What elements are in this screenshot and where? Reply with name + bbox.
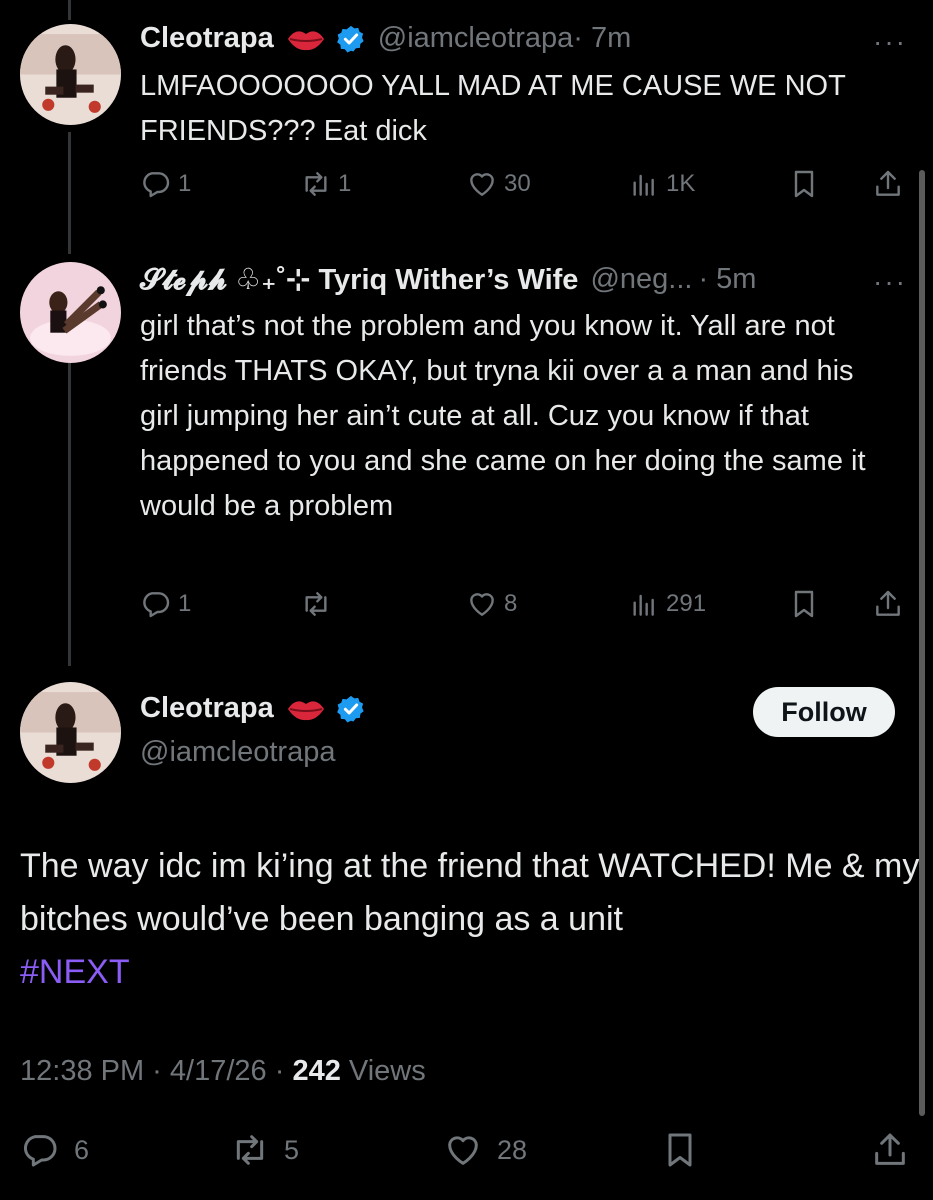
bookmark-icon bbox=[794, 170, 814, 198]
tweet1-like-button[interactable]: 30 bbox=[466, 168, 531, 200]
tweet2-views-count: 291 bbox=[666, 590, 707, 617]
tweet2-repost-button[interactable] bbox=[300, 588, 338, 620]
like-icon bbox=[448, 1136, 478, 1165]
reply-icon bbox=[143, 172, 170, 198]
main-views-label: Views bbox=[340, 1055, 426, 1087]
tweet1-views-button[interactable]: 1K bbox=[628, 168, 695, 200]
avatar-cleotrapa[interactable] bbox=[20, 24, 121, 125]
repost-icon bbox=[305, 592, 327, 616]
tweet2-display-name[interactable]: 𝓢𝓽𝓮𝓹𝓱 ♧₊˚⊹ Tyriq Wither’s Wife bbox=[140, 262, 578, 297]
tweet2-text: girl that’s not the problem and you know… bbox=[140, 310, 866, 522]
tweet2-bookmark-button[interactable] bbox=[788, 588, 820, 620]
tweet2-time[interactable]: · 5m bbox=[698, 263, 756, 296]
tweet1-repost-count: 1 bbox=[338, 170, 352, 197]
main-share-button[interactable] bbox=[870, 1130, 910, 1170]
views-icon bbox=[633, 594, 654, 616]
tweet2-share-button[interactable] bbox=[872, 588, 904, 620]
tweet2-views-button[interactable]: 291 bbox=[628, 588, 706, 620]
thread-line-2 bbox=[68, 362, 71, 666]
tweet1-bookmark-button[interactable] bbox=[788, 168, 820, 200]
tweet1-header: Cleotrapa @iamcleotrapa · 7m bbox=[140, 22, 631, 55]
tweet2-header: 𝓢𝓽𝓮𝓹𝓱 ♧₊˚⊹ Tyriq Wither’s Wife @neg... ·… bbox=[140, 262, 756, 297]
main-like-button[interactable]: 28 bbox=[443, 1130, 527, 1170]
tweet2-reply-count: 1 bbox=[178, 590, 192, 617]
reply-icon bbox=[143, 592, 170, 618]
main-like-count: 28 bbox=[497, 1134, 528, 1165]
avatar-image bbox=[20, 682, 121, 783]
tweet2-reply-button[interactable]: 1 bbox=[140, 588, 191, 620]
main-reply-count: 6 bbox=[74, 1134, 90, 1165]
avatar-image bbox=[20, 262, 121, 363]
like-icon bbox=[470, 593, 494, 616]
views-icon bbox=[633, 174, 654, 196]
tweet1-reply-count: 1 bbox=[178, 170, 192, 197]
verified-badge-icon bbox=[336, 25, 364, 52]
thread-line-top bbox=[68, 0, 71, 20]
share-icon bbox=[876, 170, 900, 196]
tweet1-actions: 1 1 30 1K bbox=[140, 168, 910, 208]
main-display-name[interactable]: Cleotrapa bbox=[140, 692, 274, 725]
main-tweet-body: The way idc im ki’ing at the friend that… bbox=[20, 847, 920, 938]
tweet1-share-button[interactable] bbox=[872, 168, 904, 200]
tweet2-more-icon[interactable]: ··· bbox=[873, 266, 907, 298]
share-icon bbox=[875, 1133, 905, 1165]
scrollbar[interactable] bbox=[919, 170, 925, 1116]
main-tweet-meta: 12:38 PM · 4/17/26 · 242 Views bbox=[20, 1055, 426, 1088]
avatar-image bbox=[20, 24, 121, 125]
tweet2-handle[interactable]: @neg... bbox=[590, 263, 692, 296]
main-reply-button[interactable]: 6 bbox=[20, 1130, 89, 1170]
tweet2-like-count: 8 bbox=[504, 590, 518, 617]
bookmark-icon bbox=[794, 590, 814, 618]
tweet1-display-name[interactable]: Cleotrapa bbox=[140, 22, 274, 55]
lips-icon bbox=[287, 30, 324, 50]
tweet1-handle[interactable]: @iamcleotrapa bbox=[378, 22, 573, 55]
tweet2-actions: 1 8 291 bbox=[140, 588, 910, 628]
hashtag-link[interactable]: #NEXT bbox=[20, 953, 130, 991]
verified-badge-icon bbox=[336, 695, 364, 722]
main-header: Cleotrapa bbox=[140, 692, 366, 725]
avatar-steph[interactable] bbox=[20, 262, 121, 363]
tweet1-like-count: 30 bbox=[504, 170, 531, 197]
avatar-cleotrapa-main[interactable] bbox=[20, 682, 121, 783]
main-repost-count: 5 bbox=[284, 1134, 300, 1165]
lips-icon bbox=[287, 700, 324, 720]
reply-icon bbox=[23, 1135, 57, 1167]
main-handle[interactable]: @iamcleotrapa bbox=[140, 736, 335, 769]
tweet1-repost-button[interactable]: 1 bbox=[300, 168, 351, 200]
main-repost-button[interactable]: 5 bbox=[230, 1130, 299, 1170]
main-bookmark-button[interactable] bbox=[660, 1130, 700, 1170]
tweet1-text: LMFAOOOOOOO YALL MAD AT ME CAUSE WE NOT … bbox=[140, 70, 846, 147]
bookmark-icon bbox=[668, 1133, 692, 1167]
tweet1-views-count: 1K bbox=[666, 170, 696, 197]
follow-button[interactable]: Follow bbox=[753, 687, 895, 737]
main-timestamp[interactable]: 12:38 PM · 4/17/26 · bbox=[20, 1055, 292, 1087]
repost-icon bbox=[236, 1135, 264, 1165]
repost-icon bbox=[305, 172, 327, 196]
tweet2-like-button[interactable]: 8 bbox=[466, 588, 517, 620]
tweet1-more-icon[interactable]: ··· bbox=[873, 26, 907, 58]
main-tweet-text: The way idc im ki’ing at the friend that… bbox=[20, 840, 920, 999]
like-icon bbox=[470, 173, 494, 196]
thread-line-1 bbox=[68, 132, 71, 254]
tweet1-reply-button[interactable]: 1 bbox=[140, 168, 191, 200]
tweet1-time[interactable]: · 7m bbox=[573, 22, 631, 55]
main-views-count: 242 bbox=[292, 1055, 341, 1087]
main-actions: 6 5 28 bbox=[20, 1130, 913, 1176]
share-icon bbox=[876, 590, 900, 616]
